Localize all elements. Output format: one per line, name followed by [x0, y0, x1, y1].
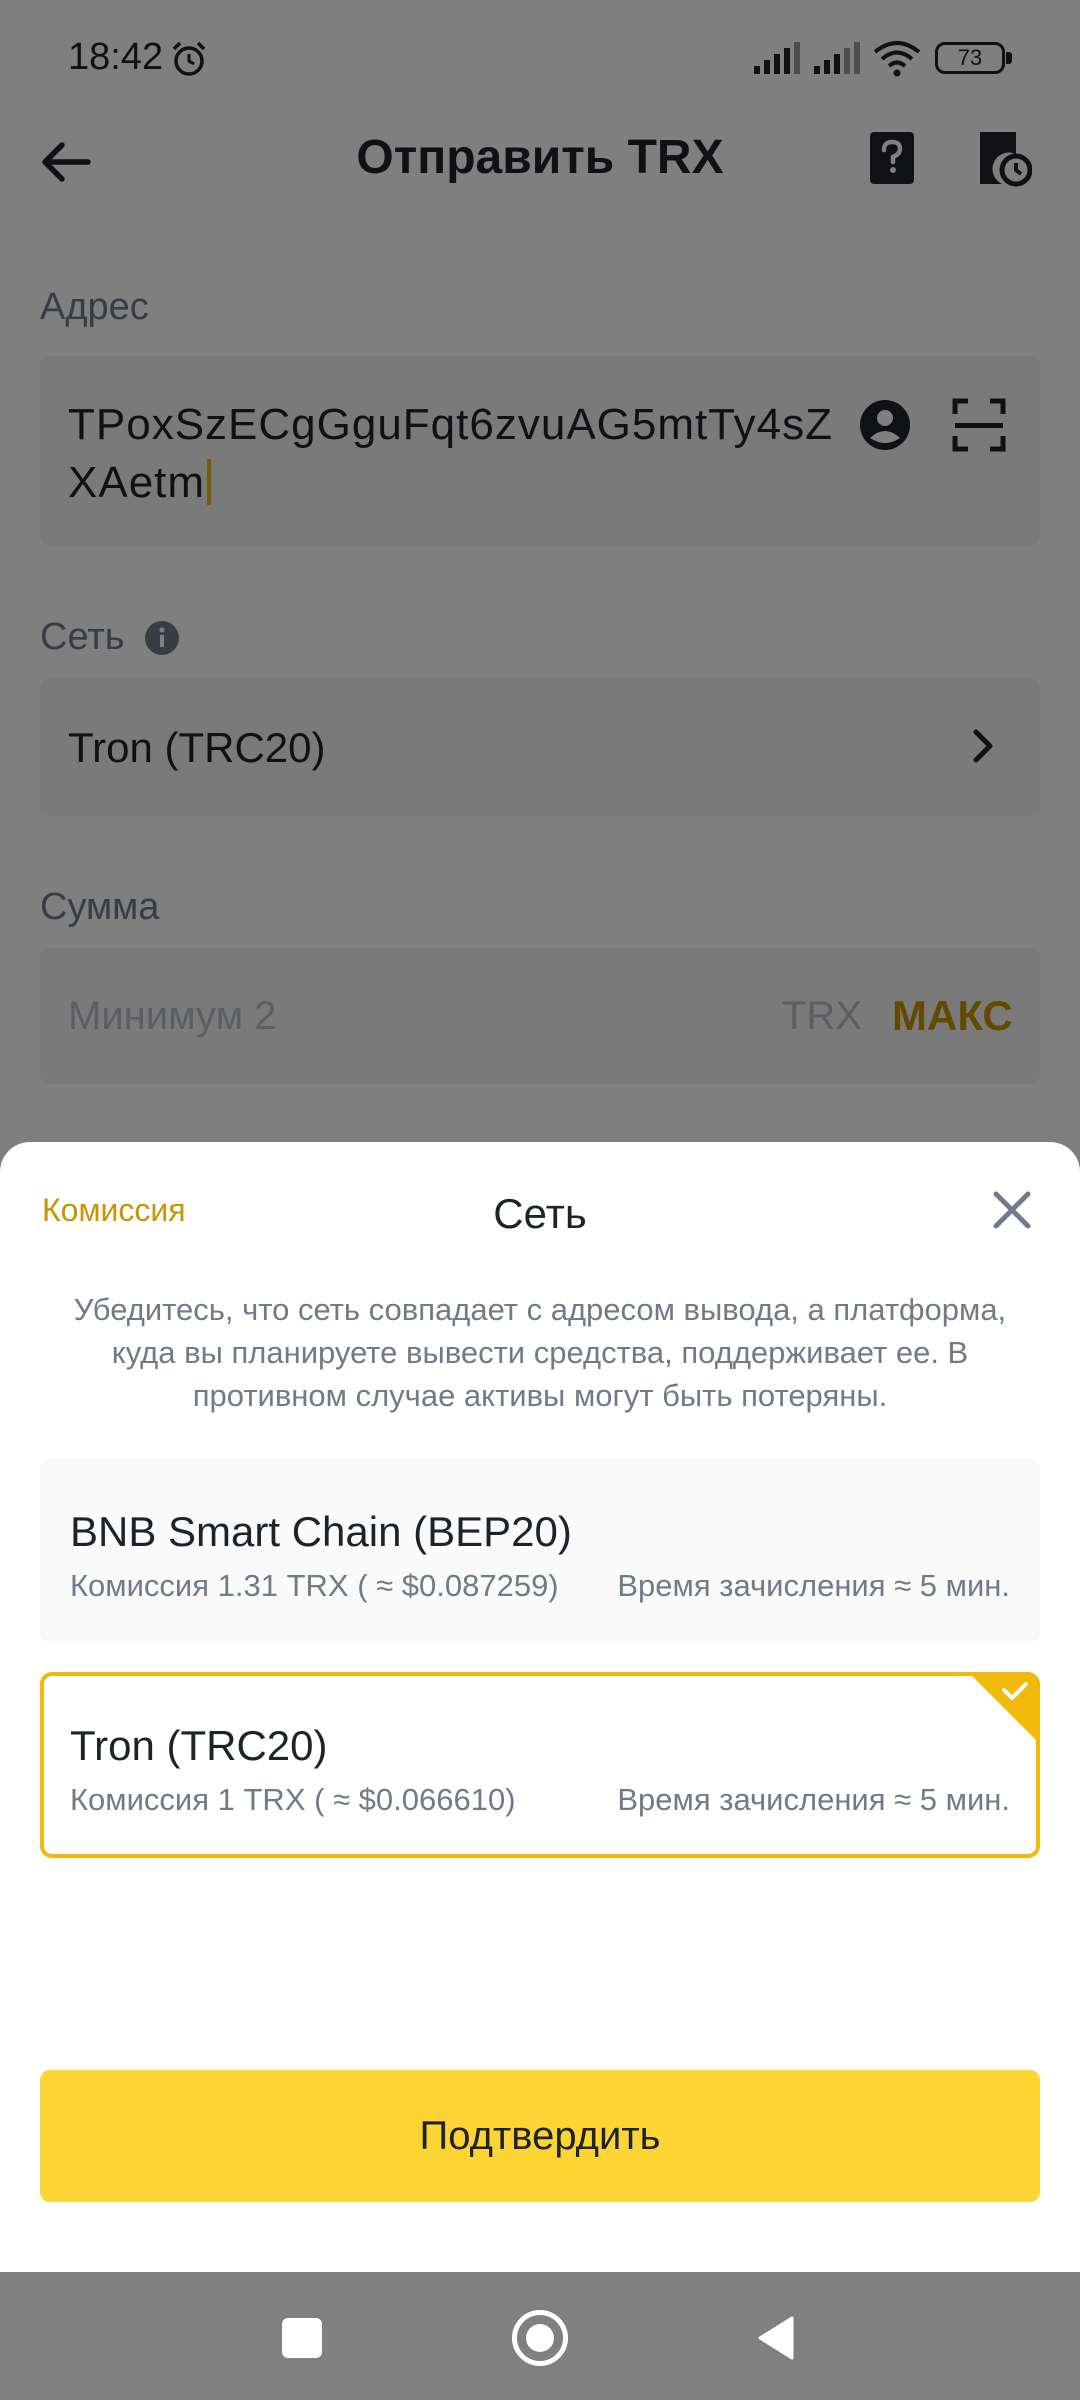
- network-sheet: Комиссия Сеть Убедитесь, что сеть совпад…: [0, 1142, 1080, 2272]
- option-time: Время зачисления ≈ 5 мин.: [617, 1568, 1010, 1603]
- home-icon[interactable]: [512, 2310, 568, 2366]
- option-fee: Комиссия 1 TRX ( ≈ $0.066610): [70, 1782, 516, 1817]
- confirm-button[interactable]: Подтвердить: [40, 2070, 1040, 2202]
- nav-back-icon[interactable]: [756, 2314, 796, 2362]
- close-icon[interactable]: [990, 1188, 1034, 1232]
- option-name: BNB Smart Chain (BEP20): [70, 1508, 572, 1555]
- sheet-description: Убедитесь, что сеть совпадает с адресом …: [73, 1292, 1007, 1413]
- system-nav-bar: [0, 2272, 1080, 2400]
- sheet-title: Сеть: [493, 1190, 587, 1237]
- network-option-trc20[interactable]: Tron (TRC20) Комиссия 1 TRX ( ≈ $0.06661…: [40, 1672, 1040, 1858]
- option-name: Tron (TRC20): [70, 1722, 328, 1769]
- network-option-bep20[interactable]: BNB Smart Chain (BEP20) Комиссия 1.31 TR…: [40, 1458, 1040, 1644]
- check-icon: [972, 1676, 1036, 1740]
- option-time: Время зачисления ≈ 5 мин.: [617, 1782, 1010, 1817]
- recent-apps-icon[interactable]: [282, 2318, 322, 2358]
- option-fee: Комиссия 1.31 TRX ( ≈ $0.087259): [70, 1568, 559, 1603]
